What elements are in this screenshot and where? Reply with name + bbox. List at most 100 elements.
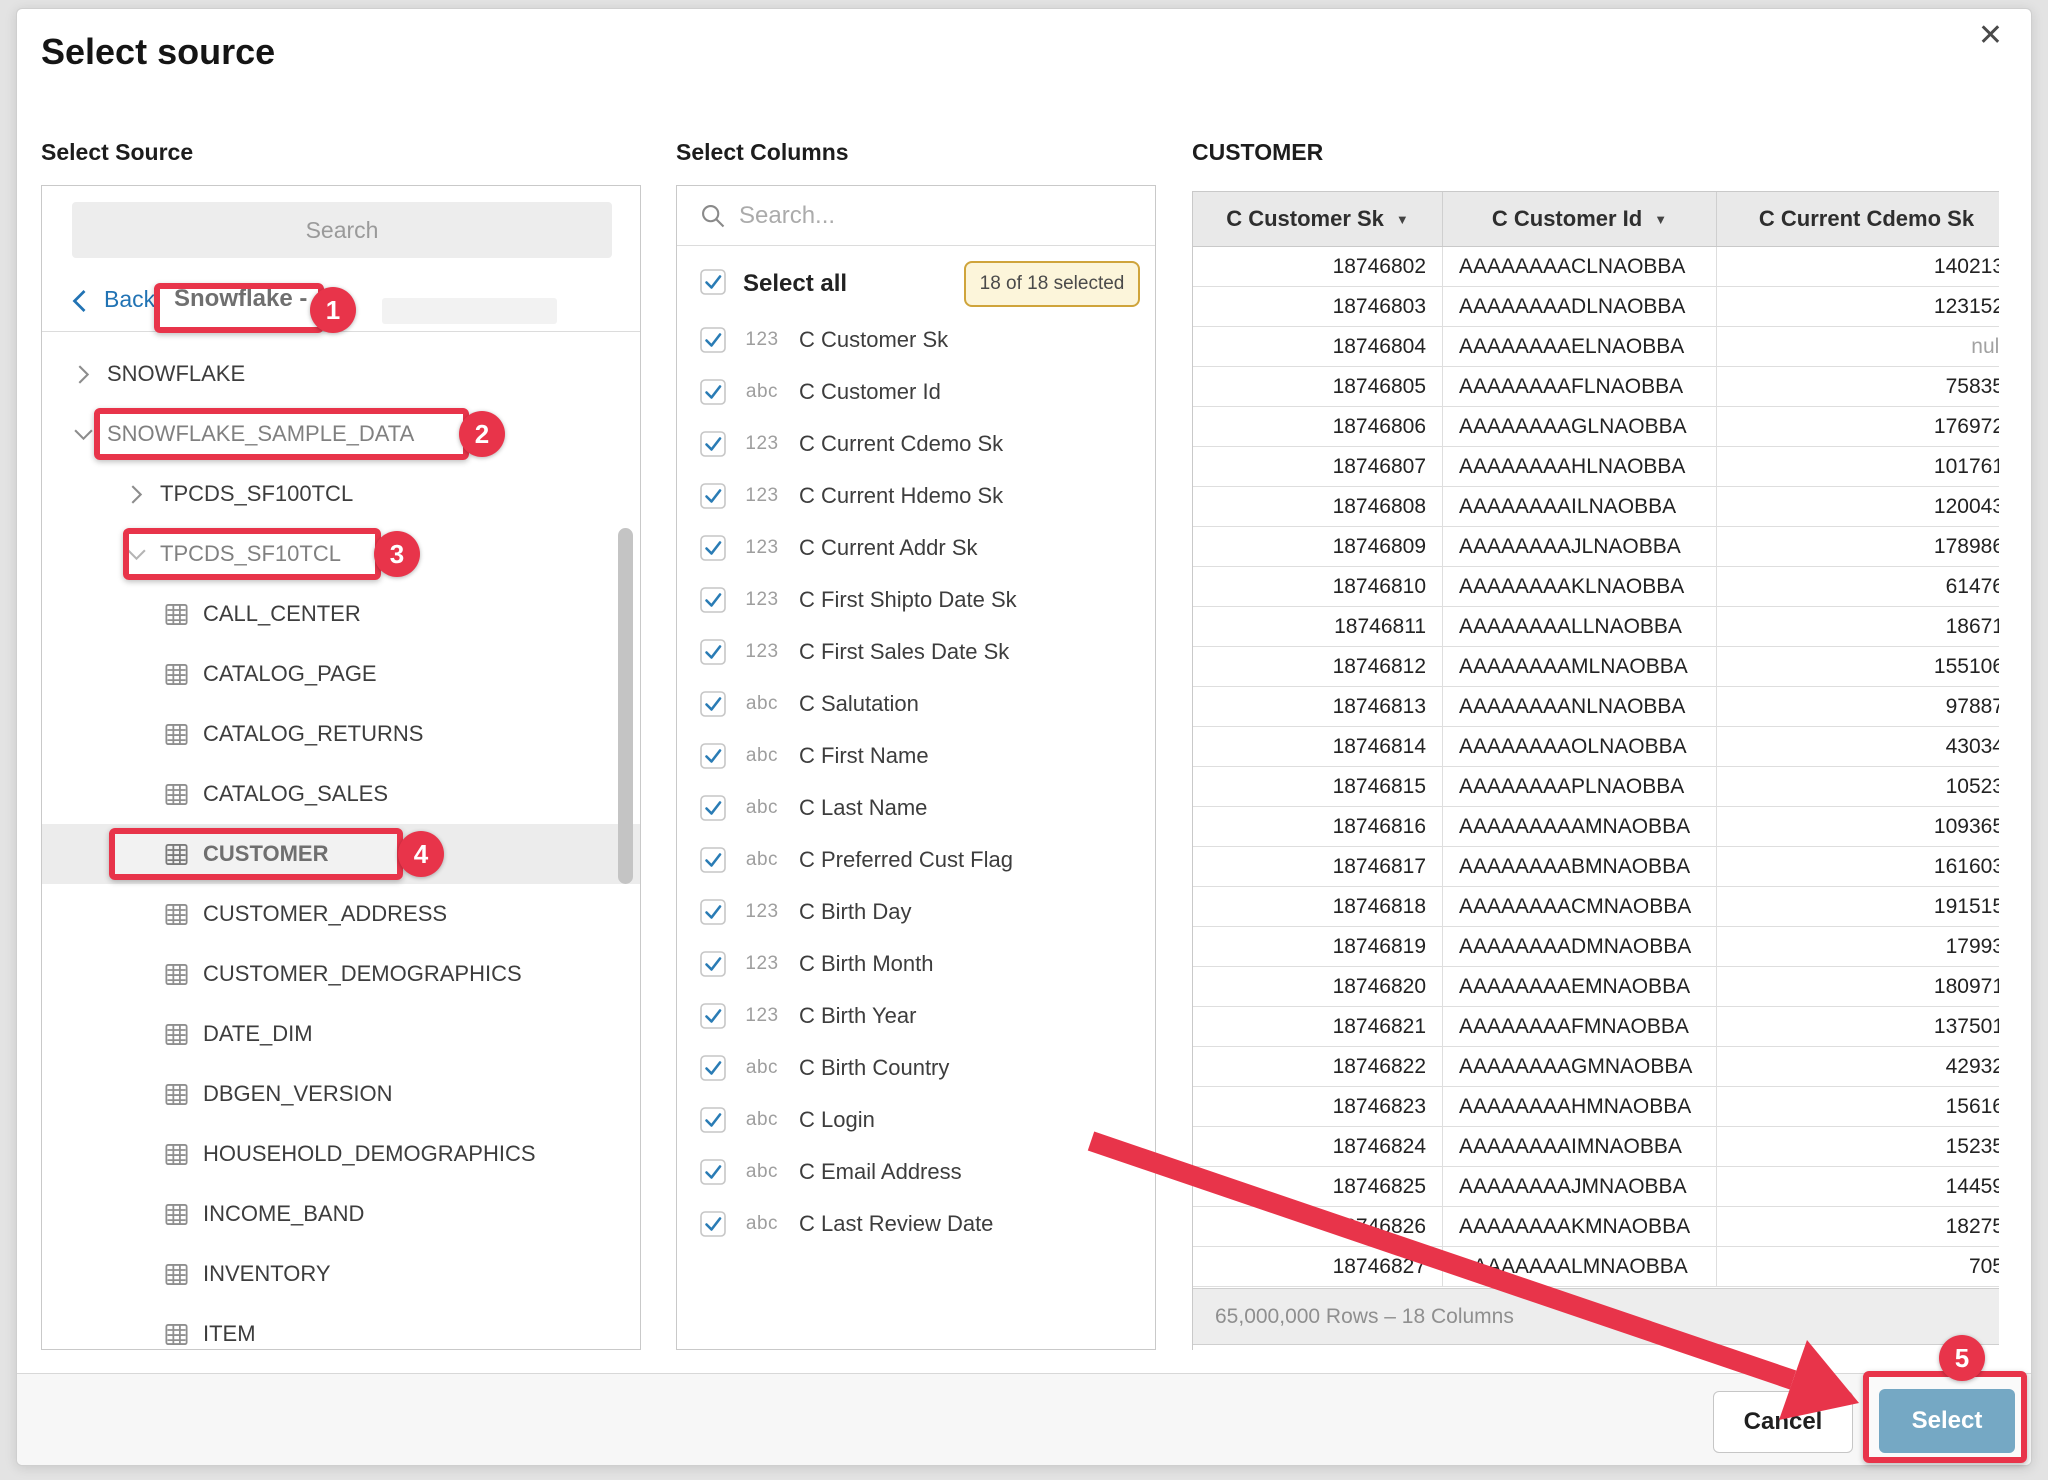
tree-item-dbgen_version[interactable]: DBGEN_VERSION (42, 1064, 640, 1124)
column-checkbox[interactable] (700, 379, 726, 405)
tree-item-catalog_returns[interactable]: CATALOG_RETURNS (42, 704, 640, 764)
tree-item-customer[interactable]: CUSTOMER (42, 824, 640, 884)
column-checkbox[interactable] (700, 1159, 726, 1185)
column-item[interactable]: 123C Current Hdemo Sk (677, 470, 1155, 522)
preview-column-header[interactable]: C Customer Id▼ (1443, 192, 1717, 246)
select-all-checkbox[interactable] (700, 269, 726, 295)
cell-current-cdemo-sk: 15616 (1717, 1087, 1999, 1126)
tree-item-household_demographics[interactable]: HOUSEHOLD_DEMOGRAPHICS (42, 1124, 640, 1184)
chevron-down-icon[interactable] (130, 544, 160, 565)
preview-header-row: C Customer Sk▼C Customer Id▼C Current Cd… (1193, 191, 1999, 247)
column-item[interactable]: abcC Login (677, 1094, 1155, 1146)
chevron-right-icon[interactable] (130, 484, 160, 505)
tree-item-catalog_sales[interactable]: CATALOG_SALES (42, 764, 640, 824)
sort-dropdown-icon[interactable]: ▼ (1396, 212, 1409, 227)
column-item[interactable]: abcC Birth Country (677, 1042, 1155, 1094)
table-icon (163, 721, 190, 748)
close-icon[interactable]: ✕ (1972, 15, 2009, 57)
table-row: 18746813AAAAAAAANLNAOBBA97887 (1193, 687, 1999, 727)
chevron-down-icon[interactable] (77, 424, 107, 445)
cell-current-cdemo-sk: 191515 (1717, 887, 1999, 926)
column-name: C First Shipto Date Sk (799, 587, 1017, 613)
cancel-button[interactable]: Cancel (1713, 1391, 1853, 1453)
tree-item-snowflake_sample_data[interactable]: SNOWFLAKE_SAMPLE_DATA (42, 404, 640, 464)
tree-item-customer_demographics[interactable]: CUSTOMER_DEMOGRAPHICS (42, 944, 640, 1004)
column-item[interactable]: abcC Last Review Date (677, 1198, 1155, 1250)
breadcrumb-connection[interactable]: Snowflake - (174, 285, 307, 313)
tree-item-customer_address[interactable]: CUSTOMER_ADDRESS (42, 884, 640, 944)
back-link[interactable]: Back (104, 286, 155, 313)
cell-customer-id: AAAAAAAAHLNAOBBA (1443, 447, 1717, 486)
cell-customer-id: AAAAAAAAOLNAOBBA (1443, 727, 1717, 766)
source-search-input[interactable] (72, 202, 612, 258)
column-checkbox[interactable] (700, 847, 726, 873)
column-item[interactable]: 123C First Shipto Date Sk (677, 574, 1155, 626)
breadcrumb-row: Back Snowflake - (42, 272, 640, 332)
column-item[interactable]: abcC Last Name (677, 782, 1155, 834)
column-checkbox[interactable] (700, 327, 726, 353)
column-checkbox[interactable] (700, 1003, 726, 1029)
column-type-icon: abc (739, 1161, 785, 1183)
table-row: 18746809AAAAAAAAJLNAOBBA178986 (1193, 527, 1999, 567)
column-item[interactable]: 123C Current Cdemo Sk (677, 418, 1155, 470)
preview-column-header[interactable]: C Customer Sk▼ (1193, 192, 1443, 246)
column-item[interactable]: 123C Birth Month (677, 938, 1155, 990)
table-row: 18746810AAAAAAAAKLNAOBBA61476 (1193, 567, 1999, 607)
tree-item-label: CUSTOMER_ADDRESS (203, 901, 447, 927)
column-item[interactable]: 123C Birth Year (677, 990, 1155, 1042)
column-checkbox[interactable] (700, 483, 726, 509)
cell-customer-id: AAAAAAAAEMNAOBBA (1443, 967, 1717, 1006)
column-name: C Last Name (799, 795, 927, 821)
column-type-icon: abc (739, 381, 785, 403)
columns-search-input[interactable] (739, 194, 1119, 238)
tree-item-tpcds_sf10tcl[interactable]: TPCDS_SF10TCL (42, 524, 640, 584)
tree-item-item[interactable]: ITEM (42, 1304, 640, 1350)
select-all-row[interactable]: Select all 18 of 18 selected (677, 260, 1155, 308)
columns-panel: Select all 18 of 18 selected 123C Custom… (676, 185, 1156, 1350)
table-icon (163, 1141, 190, 1168)
tree-item-catalog_page[interactable]: CATALOG_PAGE (42, 644, 640, 704)
cell-current-cdemo-sk: 14459 (1717, 1167, 1999, 1206)
column-item[interactable]: abcC Preferred Cust Flag (677, 834, 1155, 886)
column-name: C Salutation (799, 691, 919, 717)
cell-customer-sk: 18746820 (1193, 967, 1443, 1006)
column-checkbox[interactable] (700, 639, 726, 665)
column-item[interactable]: 123C First Sales Date Sk (677, 626, 1155, 678)
column-checkbox[interactable] (700, 1055, 726, 1081)
column-item[interactable]: 123C Current Addr Sk (677, 522, 1155, 574)
column-checkbox[interactable] (700, 1211, 726, 1237)
tree-item-label: INCOME_BAND (203, 1201, 364, 1227)
column-checkbox[interactable] (700, 691, 726, 717)
chevron-right-icon[interactable] (77, 364, 107, 385)
column-checkbox[interactable] (700, 535, 726, 561)
column-checkbox[interactable] (700, 1107, 726, 1133)
tree-item-income_band[interactable]: INCOME_BAND (42, 1184, 640, 1244)
column-checkbox[interactable] (700, 587, 726, 613)
select-button[interactable]: Select (1879, 1389, 2015, 1453)
column-checkbox[interactable] (700, 795, 726, 821)
column-checkbox[interactable] (700, 743, 726, 769)
column-checkbox[interactable] (700, 951, 726, 977)
tree-item-date_dim[interactable]: DATE_DIM (42, 1004, 640, 1064)
tree-item-label: CALL_CENTER (203, 601, 361, 627)
tree-scrollbar-thumb[interactable] (618, 528, 633, 884)
preview-column-header[interactable]: C Current Cdemo Sk (1717, 192, 1999, 246)
column-item[interactable]: abcC First Name (677, 730, 1155, 782)
column-item[interactable]: abcC Email Address (677, 1146, 1155, 1198)
column-item[interactable]: 123C Customer Sk (677, 314, 1155, 366)
column-item[interactable]: 123C Birth Day (677, 886, 1155, 938)
tree-item-call_center[interactable]: CALL_CENTER (42, 584, 640, 644)
column-checkbox[interactable] (700, 431, 726, 457)
select-source-dialog: Select source ✕ Select Source Select Col… (16, 8, 2032, 1466)
column-checkbox[interactable] (700, 899, 726, 925)
tree-item-snowflake[interactable]: SNOWFLAKE (42, 344, 640, 404)
cell-customer-sk: 18746811 (1193, 607, 1443, 646)
sort-dropdown-icon[interactable]: ▼ (1654, 212, 1667, 227)
cell-customer-sk: 18746805 (1193, 367, 1443, 406)
back-chevron-icon (72, 288, 87, 319)
tree-item-tpcds_sf100tcl[interactable]: TPCDS_SF100TCL (42, 464, 640, 524)
column-item[interactable]: abcC Salutation (677, 678, 1155, 730)
tree-item-inventory[interactable]: INVENTORY (42, 1244, 640, 1304)
cell-customer-id: AAAAAAAAMLNAOBBA (1443, 647, 1717, 686)
column-item[interactable]: abcC Customer Id (677, 366, 1155, 418)
